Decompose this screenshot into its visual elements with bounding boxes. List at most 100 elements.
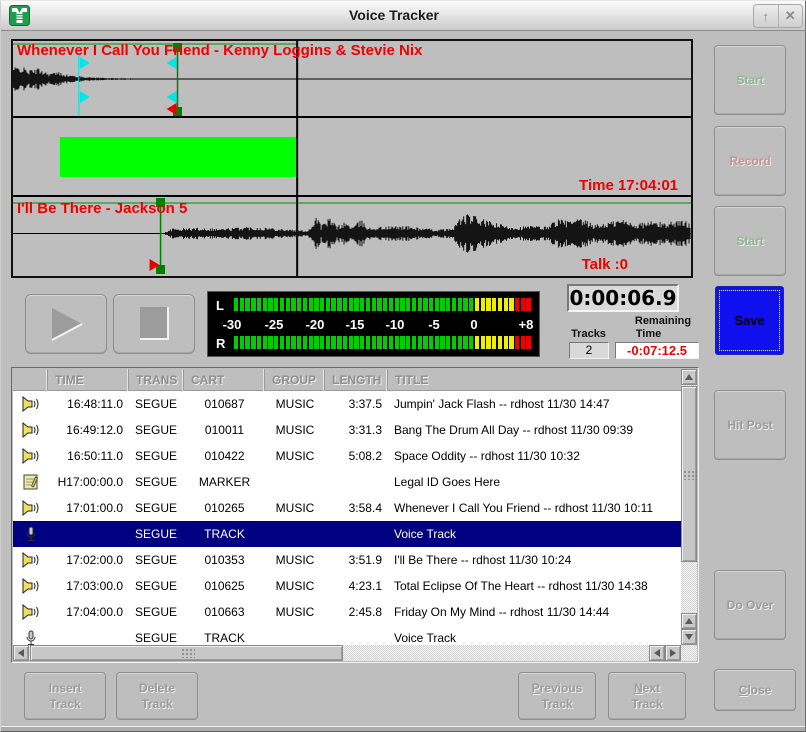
header-time[interactable]: TIME — [48, 369, 129, 391]
cell-time: 16:48:11.0 — [48, 391, 129, 417]
table-row[interactable]: SEGUE TRACK Voice Track — [13, 521, 683, 547]
speaker-icon — [22, 396, 39, 412]
insert-track-button[interactable]: InsertTrack — [24, 672, 106, 720]
cell-time: 17:03:00.0 — [48, 573, 129, 599]
hit-post-button[interactable]: Hit Post — [714, 390, 786, 460]
scroll-left-button-2[interactable] — [649, 645, 665, 661]
save-button[interactable]: Save — [715, 286, 784, 355]
cell-title: Voice Track — [388, 521, 683, 547]
play-icon — [44, 304, 88, 344]
titlebar: Voice Tracker ↑ ✕ — [1, 1, 806, 31]
speaker-icon — [22, 500, 39, 516]
previous-track-button[interactable]: PreviousTrack — [518, 672, 596, 720]
cell-title: I'll Be There -- rdhost 11/30 10:24 — [388, 547, 683, 573]
log-table: TIME TRANS CART GROUP LENGTH TITLE 16:48… — [11, 367, 699, 663]
meter-scale-tick: -15 — [340, 317, 370, 332]
meter-scale-tick: -25 — [259, 317, 289, 332]
voice-tracker-window: Voice Tracker ↑ ✕ — [0, 0, 806, 732]
voice-track-region[interactable] — [60, 137, 297, 177]
meter-scale-tick: -30 — [217, 317, 247, 332]
log-header: TIME TRANS CART GROUP LENGTH TITLE — [13, 369, 683, 391]
speaker-icon — [22, 552, 39, 568]
header-group[interactable]: GROUP — [265, 369, 325, 391]
scroll-up-button[interactable] — [681, 369, 697, 385]
meter-right-segments — [234, 336, 534, 349]
start-button-1-label: Start — [736, 72, 763, 88]
cell-cart: 010422 — [184, 443, 265, 469]
do-over-button[interactable]: Do Over — [714, 570, 786, 640]
record-button[interactable]: Record — [714, 126, 786, 196]
header-length[interactable]: LENGTH — [325, 369, 388, 391]
cell-group: MUSIC — [265, 573, 325, 599]
track3-title: I'll Be There - Jackson 5 — [17, 200, 187, 217]
cell-length: 4:23.1 — [325, 573, 388, 599]
window-bottom-bevel — [1, 726, 805, 727]
cell-length: 2:45.8 — [325, 599, 388, 625]
vertical-scroll-thumb[interactable] — [681, 386, 697, 562]
start-button-2[interactable]: Start — [714, 206, 786, 276]
horizontal-scroll-thumb[interactable] — [30, 645, 343, 661]
table-row[interactable]: SEGUE TRACK Voice Track — [13, 625, 683, 646]
cell-group — [265, 625, 325, 646]
header-cart[interactable]: CART — [184, 369, 265, 391]
header-title[interactable]: TITLE — [388, 369, 683, 391]
waveform-canvas[interactable] — [13, 41, 691, 276]
stop-button[interactable] — [113, 294, 195, 354]
remaining-tracks-value: 2 — [569, 342, 609, 359]
remaining-tracks-label: Tracks — [561, 328, 616, 340]
row-type-icon — [13, 547, 48, 573]
segue-start-marker[interactable] — [79, 49, 90, 116]
insert-track-label: InsertTrack — [49, 680, 82, 712]
microphone-icon — [25, 526, 37, 543]
play-button[interactable] — [25, 294, 107, 354]
delete-track-button[interactable]: DeleteTrack — [116, 672, 198, 720]
meter-left-label: L — [216, 298, 224, 313]
table-row[interactable]: 17:02:00.0 SEGUE 010353 MUSIC 3:51.9 I'l… — [13, 547, 683, 573]
cell-title: Bang The Drum All Day -- rdhost 11/30 09… — [388, 417, 683, 443]
row-type-icon — [13, 391, 48, 417]
next-track-button[interactable]: NextTrack — [608, 672, 686, 720]
header-trans[interactable]: TRANS — [129, 369, 184, 391]
cell-cart: 010625 — [184, 573, 265, 599]
scroll-up-button-2[interactable] — [681, 613, 697, 629]
table-row[interactable]: 17:03:00.0 SEGUE 010625 MUSIC 4:23.1 Tot… — [13, 573, 683, 599]
cell-length: 3:51.9 — [325, 547, 388, 573]
track3-waveform — [166, 214, 690, 252]
speaker-icon — [22, 448, 39, 464]
close-button-label: Close — [739, 682, 772, 698]
table-row[interactable]: 16:48:11.0 SEGUE 010687 MUSIC 3:37.5 Jum… — [13, 391, 683, 417]
cell-length: 3:58.4 — [325, 495, 388, 521]
waveform-deck: Whenever I Call You Friend - Kenny Loggi… — [11, 39, 693, 278]
scroll-down-button[interactable] — [681, 629, 697, 645]
delete-track-label: DeleteTrack — [139, 680, 175, 712]
row-type-icon — [13, 573, 48, 599]
cell-trans: SEGUE — [129, 625, 184, 646]
header-icon-column[interactable] — [13, 369, 48, 391]
cell-group: MUSIC — [265, 391, 325, 417]
table-row[interactable]: 17:01:00.0 SEGUE 010265 MUSIC 3:58.4 Whe… — [13, 495, 683, 521]
table-row[interactable]: 16:49:12.0 SEGUE 010011 MUSIC 3:31.3 Ban… — [13, 417, 683, 443]
scroll-left-button[interactable] — [13, 645, 29, 661]
meter-scale-tick: 0 — [459, 317, 489, 332]
close-window-button[interactable]: ✕ — [779, 5, 803, 27]
start-button-1[interactable]: Start — [714, 45, 786, 115]
cell-length — [325, 521, 388, 547]
cell-trans: SEGUE — [129, 521, 184, 547]
shade-button[interactable]: ↑ — [754, 5, 779, 27]
meter-left-segments — [234, 298, 534, 311]
table-row[interactable]: H17:00:00.0 SEGUE MARKER Legal ID Goes H… — [13, 469, 683, 495]
speaker-icon — [22, 422, 39, 438]
cell-group: MUSIC — [265, 443, 325, 469]
audio-level-meter: L R -30-25-20-15-10-50+8 — [207, 291, 540, 357]
scroll-right-button[interactable] — [665, 645, 681, 661]
table-row[interactable]: 17:04:00.0 SEGUE 010663 MUSIC 2:45.8 Fri… — [13, 599, 683, 625]
close-button[interactable]: Close — [714, 669, 796, 711]
hit-post-button-label: Hit Post — [727, 417, 772, 433]
cell-length — [325, 625, 388, 646]
start-button-2-label: Start — [736, 233, 763, 249]
table-row[interactable]: 16:50:11.0 SEGUE 010422 MUSIC 5:08.2 Spa… — [13, 443, 683, 469]
remaining-label: Remaining — [623, 315, 703, 327]
row-type-icon — [13, 521, 48, 547]
marker-note-icon — [23, 474, 39, 490]
cell-group: MUSIC — [265, 417, 325, 443]
